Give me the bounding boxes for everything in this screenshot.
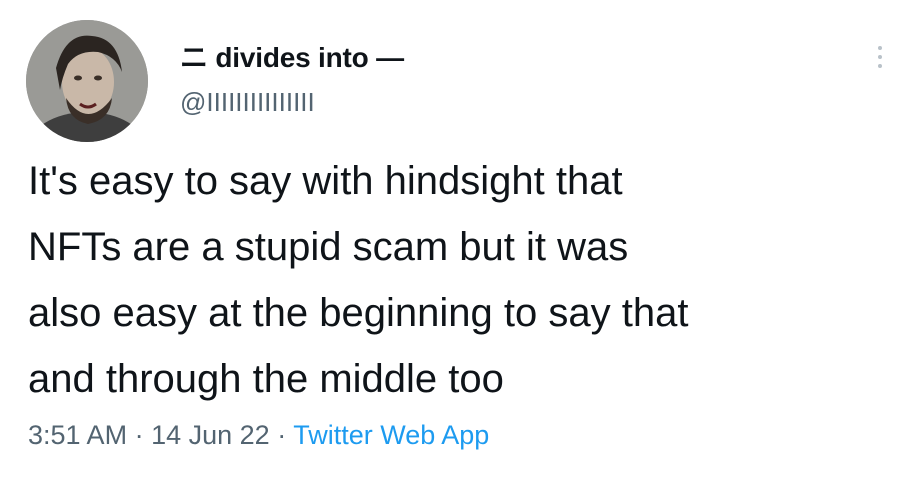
tweet-source-link[interactable]: Twitter Web App — [293, 420, 489, 450]
tweet-text: It's easy to say with hindsight that NFT… — [28, 148, 888, 412]
user-handle[interactable]: @IIIIIIIIIIIIIII — [180, 87, 315, 118]
more-dot — [878, 55, 882, 59]
avatar-photo — [26, 20, 148, 142]
tweet-card: ニ divides into — @IIIIIIIIIIIIIII It's e… — [0, 0, 907, 484]
display-name[interactable]: ニ divides into — — [180, 36, 404, 76]
meta-separator: · — [277, 420, 287, 450]
tweet-line: NFTs are a stupid scam but it was — [28, 225, 629, 269]
tweet-line: and through the middle too — [28, 357, 504, 401]
tweet-time[interactable]: 3:51 AM — [28, 420, 127, 450]
tweet-line: also easy at the beginning to say that — [28, 291, 689, 335]
more-dot — [878, 64, 882, 68]
more-dot — [878, 46, 882, 50]
avatar[interactable] — [26, 20, 148, 142]
tweet-date[interactable]: 14 Jun 22 — [151, 420, 270, 450]
tweet-line: It's easy to say with hindsight that — [28, 159, 623, 203]
more-vertical-icon[interactable] — [868, 40, 892, 74]
meta-separator: · — [134, 420, 144, 450]
tweet-meta: 3:51 AM · 14 Jun 22 · Twitter Web App — [28, 420, 489, 451]
